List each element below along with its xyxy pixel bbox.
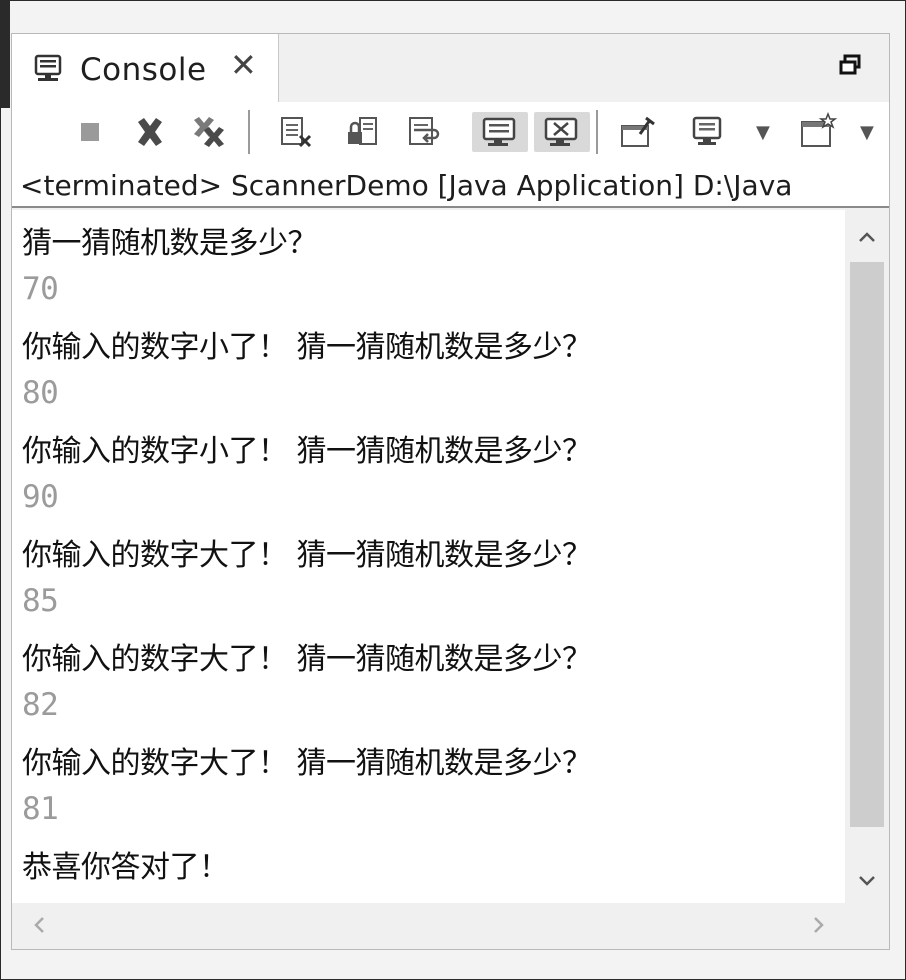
show-console-on-stderr-icon[interactable]: [534, 112, 590, 152]
background-edge: [0, 0, 10, 108]
console-input-line: 82: [22, 687, 59, 723]
toolbar-separator: [596, 110, 598, 154]
console-input-line: 90: [22, 479, 59, 515]
console-line: 你输入的数字小了！ 猜一猜随机数是多少？: [22, 434, 592, 469]
console-toolbar: ▼ ▼: [12, 102, 889, 164]
restore-view-icon[interactable]: [839, 54, 861, 76]
clear-console-icon[interactable]: [276, 112, 316, 152]
remove-all-terminated-icon[interactable]: [190, 112, 230, 152]
scroll-left-icon[interactable]: [32, 915, 46, 935]
chevron-down-icon[interactable]: ▼: [756, 122, 770, 143]
scroll-lock-icon[interactable]: [342, 112, 382, 152]
console-input-line: 80: [22, 375, 59, 411]
tab-console[interactable]: Console ✕: [12, 34, 279, 102]
console-output[interactable]: 猜一猜随机数是多少？ 70 你输入的数字小了！ 猜一猜随机数是多少？ 80 你输…: [12, 210, 845, 903]
chevron-down-icon[interactable]: ▼: [860, 122, 874, 143]
scroll-right-icon[interactable]: [812, 915, 826, 935]
horizontal-scrollbar[interactable]: [12, 903, 845, 947]
console-line: 你输入的数字大了！ 猜一猜随机数是多少？: [22, 642, 592, 677]
tab-console-label: Console: [80, 52, 207, 88]
scroll-up-icon[interactable]: [857, 230, 877, 244]
console-line: 猜一猜随机数是多少？: [22, 226, 318, 261]
console-line: 恭喜你答对了！: [22, 850, 229, 885]
remove-launch-icon[interactable]: [130, 112, 170, 152]
console-input-line: 70: [22, 271, 59, 307]
toolbar-separator: [248, 110, 250, 154]
console-monitor-icon: [34, 54, 62, 81]
console-view: Console ✕ ▼ ▼ <terminated> ScannerDemo […: [11, 33, 890, 950]
close-icon[interactable]: ✕: [230, 49, 257, 81]
word-wrap-icon[interactable]: [404, 112, 444, 152]
scrollbar-corner: [845, 903, 889, 947]
scroll-down-icon[interactable]: [857, 874, 877, 888]
show-console-on-stdout-icon[interactable]: [472, 112, 528, 152]
view-tab-bar: Console ✕: [12, 34, 889, 102]
console-line: 你输入的数字小了！ 猜一猜随机数是多少？: [22, 330, 592, 365]
vertical-scrollbar[interactable]: [845, 210, 889, 903]
display-selected-console-icon[interactable]: [688, 112, 728, 152]
vertical-scroll-thumb[interactable]: [850, 262, 884, 827]
console-input-line: 85: [22, 583, 59, 619]
console-line: 你输入的数字大了！ 猜一猜随机数是多少？: [22, 746, 592, 781]
terminate-icon[interactable]: [70, 112, 110, 152]
console-input-line: 81: [22, 791, 59, 827]
process-status-label: <terminated> ScannerDemo [Java Applicati…: [12, 164, 889, 208]
console-line: 你输入的数字大了！ 猜一猜随机数是多少？: [22, 538, 592, 573]
pin-console-icon[interactable]: [618, 112, 658, 152]
open-console-icon[interactable]: [798, 112, 838, 152]
